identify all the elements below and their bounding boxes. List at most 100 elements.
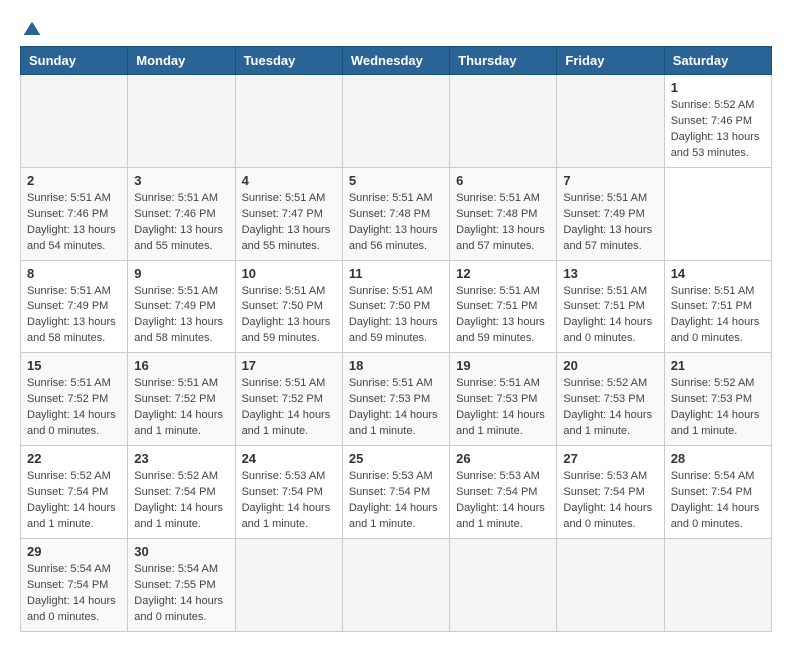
calendar-cell: 7Sunrise: 5:51 AMSunset: 7:49 PMDaylight…	[557, 167, 664, 260]
calendar-cell: 25Sunrise: 5:53 AMSunset: 7:54 PMDayligh…	[342, 446, 449, 539]
day-number: 18	[349, 358, 443, 373]
day-number: 1	[671, 80, 765, 95]
calendar-cell: 28 Sunrise: 5:54 AMSunset: 7:54 PMDayligh…	[664, 446, 771, 539]
day-info: Sunrise: 5:51 AMSunset: 7:49 PMDaylight:…	[563, 191, 657, 255]
column-header-saturday: Saturday	[664, 47, 771, 75]
day-info: Sunrise: 5:51 AMSunset: 7:51 PMDaylight:…	[671, 284, 765, 348]
calendar-cell-empty	[235, 75, 342, 168]
day-info: Sunrise: 5:53 AMSunset: 7:54 PMDaylight:…	[563, 469, 657, 533]
day-number: 22	[27, 451, 121, 466]
calendar-cell: 15 Sunrise: 5:51 AMSunset: 7:52 PMDayligh…	[21, 353, 128, 446]
column-header-friday: Friday	[557, 47, 664, 75]
calendar-cell: 11 Sunrise: 5:51 AMSunset: 7:50 PMDayligh…	[342, 260, 449, 353]
day-info: Sunrise: 5:52 AMSunset: 7:54 PMDaylight:…	[27, 469, 121, 533]
day-number: 19	[456, 358, 550, 373]
column-header-thursday: Thursday	[450, 47, 557, 75]
day-info: Sunrise: 5:54 AMSunset: 7:55 PMDaylight:…	[134, 562, 228, 626]
calendar-week-4: 22 Sunrise: 5:52 AMSunset: 7:54 PMDayligh…	[21, 446, 772, 539]
calendar-cell: 9Sunrise: 5:51 AMSunset: 7:49 PMDaylight…	[128, 260, 235, 353]
calendar-cell-empty	[128, 75, 235, 168]
calendar-cell: 24 Sunrise: 5:53 AMSunset: 7:54 PMDayligh…	[235, 446, 342, 539]
day-number: 10	[242, 266, 336, 281]
calendar-cell-empty	[21, 75, 128, 168]
day-info: Sunrise: 5:51 AMSunset: 7:52 PMDaylight:…	[134, 376, 228, 440]
day-number: 4	[242, 173, 336, 188]
calendar-cell-empty	[450, 75, 557, 168]
day-info: Sunrise: 5:52 AMSunset: 7:46 PMDaylight:…	[671, 98, 765, 162]
calendar-cell	[450, 538, 557, 631]
calendar-cell	[342, 538, 449, 631]
column-header-monday: Monday	[128, 47, 235, 75]
calendar-cell	[664, 538, 771, 631]
calendar-cell: 20 Sunrise: 5:52 AMSunset: 7:53 PMDayligh…	[557, 353, 664, 446]
day-info: Sunrise: 5:51 AMSunset: 7:52 PMDaylight:…	[27, 376, 121, 440]
day-info: Sunrise: 5:51 AMSunset: 7:48 PMDaylight:…	[349, 191, 443, 255]
day-number: 23	[134, 451, 228, 466]
calendar-cell: 29Sunrise: 5:54 AMSunset: 7:54 PMDayligh…	[21, 538, 128, 631]
day-number: 5	[349, 173, 443, 188]
day-info: Sunrise: 5:51 AMSunset: 7:48 PMDaylight:…	[456, 191, 550, 255]
calendar-week-0: 1 Sunrise: 5:52 AMSunset: 7:46 PMDaylight…	[21, 75, 772, 168]
day-number: 27	[563, 451, 657, 466]
day-info: Sunrise: 5:51 AMSunset: 7:51 PMDaylight:…	[563, 284, 657, 348]
day-number: 30	[134, 544, 228, 559]
day-number: 12	[456, 266, 550, 281]
day-number: 28	[671, 451, 765, 466]
calendar-cell: 6 Sunrise: 5:51 AMSunset: 7:48 PMDaylight…	[450, 167, 557, 260]
day-number: 25	[349, 451, 443, 466]
day-number: 8	[27, 266, 121, 281]
day-number: 26	[456, 451, 550, 466]
day-info: Sunrise: 5:52 AMSunset: 7:54 PMDaylight:…	[134, 469, 228, 533]
logo	[20, 20, 42, 36]
day-number: 17	[242, 358, 336, 373]
calendar-cell	[235, 538, 342, 631]
calendar-cell: 23 Sunrise: 5:52 AMSunset: 7:54 PMDayligh…	[128, 446, 235, 539]
calendar-cell: 18 Sunrise: 5:51 AMSunset: 7:53 PMDayligh…	[342, 353, 449, 446]
day-info: Sunrise: 5:51 AMSunset: 7:51 PMDaylight:…	[456, 284, 550, 348]
day-number: 29	[27, 544, 121, 559]
calendar-cell	[557, 538, 664, 631]
day-number: 15	[27, 358, 121, 373]
logo-icon	[22, 20, 42, 40]
day-info: Sunrise: 5:54 AMSunset: 7:54 PMDaylight:…	[671, 469, 765, 533]
calendar-week-5: 29Sunrise: 5:54 AMSunset: 7:54 PMDayligh…	[21, 538, 772, 631]
calendar-week-2: 8Sunrise: 5:51 AMSunset: 7:49 PMDaylight…	[21, 260, 772, 353]
day-number: 6	[456, 173, 550, 188]
day-info: Sunrise: 5:51 AMSunset: 7:52 PMDaylight:…	[242, 376, 336, 440]
calendar-cell: 4 Sunrise: 5:51 AMSunset: 7:47 PMDaylight…	[235, 167, 342, 260]
calendar-week-3: 15 Sunrise: 5:51 AMSunset: 7:52 PMDayligh…	[21, 353, 772, 446]
day-info: Sunrise: 5:51 AMSunset: 7:50 PMDaylight:…	[349, 284, 443, 348]
column-header-sunday: Sunday	[21, 47, 128, 75]
calendar-cell: 14 Sunrise: 5:51 AMSunset: 7:51 PMDayligh…	[664, 260, 771, 353]
calendar-cell-empty	[342, 75, 449, 168]
day-number: 14	[671, 266, 765, 281]
calendar-cell: 10 Sunrise: 5:51 AMSunset: 7:50 PMDayligh…	[235, 260, 342, 353]
page-header	[20, 20, 772, 36]
day-number: 24	[242, 451, 336, 466]
day-number: 16	[134, 358, 228, 373]
calendar-cell: 26 Sunrise: 5:53 AMSunset: 7:54 PMDayligh…	[450, 446, 557, 539]
column-header-wednesday: Wednesday	[342, 47, 449, 75]
calendar-cell: 22 Sunrise: 5:52 AMSunset: 7:54 PMDayligh…	[21, 446, 128, 539]
day-info: Sunrise: 5:53 AMSunset: 7:54 PMDaylight:…	[242, 469, 336, 533]
day-info: Sunrise: 5:51 AMSunset: 7:47 PMDaylight:…	[242, 191, 336, 255]
calendar-cell: 17 Sunrise: 5:51 AMSunset: 7:52 PMDayligh…	[235, 353, 342, 446]
day-number: 13	[563, 266, 657, 281]
day-number: 11	[349, 266, 443, 281]
day-info: Sunrise: 5:51 AMSunset: 7:50 PMDaylight:…	[242, 284, 336, 348]
calendar-cell: 1 Sunrise: 5:52 AMSunset: 7:46 PMDaylight…	[664, 75, 771, 168]
day-number: 20	[563, 358, 657, 373]
calendar-cell: 19 Sunrise: 5:51 AMSunset: 7:53 PMDayligh…	[450, 353, 557, 446]
column-header-tuesday: Tuesday	[235, 47, 342, 75]
calendar-cell: 16 Sunrise: 5:51 AMSunset: 7:52 PMDayligh…	[128, 353, 235, 446]
day-info: Sunrise: 5:52 AMSunset: 7:53 PMDaylight:…	[563, 376, 657, 440]
calendar-cell: 21Sunrise: 5:52 AMSunset: 7:53 PMDayligh…	[664, 353, 771, 446]
day-info: Sunrise: 5:51 AMSunset: 7:53 PMDaylight:…	[349, 376, 443, 440]
day-info: Sunrise: 5:53 AMSunset: 7:54 PMDaylight:…	[456, 469, 550, 533]
calendar-cell: 30 Sunrise: 5:54 AMSunset: 7:55 PMDayligh…	[128, 538, 235, 631]
calendar-cell: 13 Sunrise: 5:51 AMSunset: 7:51 PMDayligh…	[557, 260, 664, 353]
day-info: Sunrise: 5:52 AMSunset: 7:53 PMDaylight:…	[671, 376, 765, 440]
calendar-cell: 5 Sunrise: 5:51 AMSunset: 7:48 PMDaylight…	[342, 167, 449, 260]
day-info: Sunrise: 5:51 AMSunset: 7:53 PMDaylight:…	[456, 376, 550, 440]
calendar-cell: 8Sunrise: 5:51 AMSunset: 7:49 PMDaylight…	[21, 260, 128, 353]
